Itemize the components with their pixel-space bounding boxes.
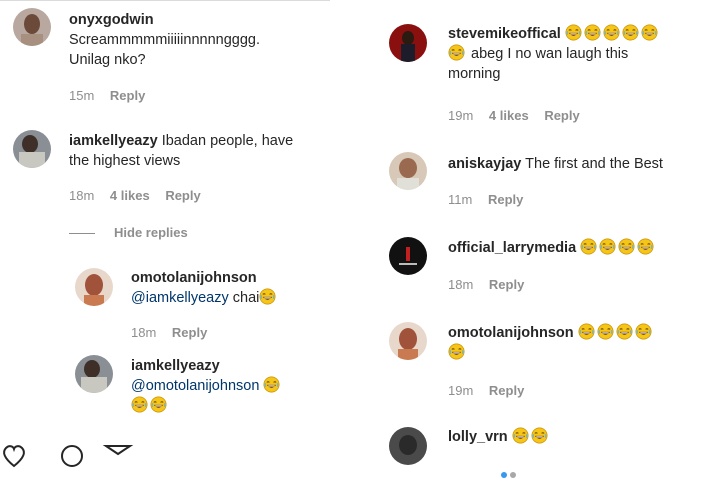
comment-body-line: morning [448, 66, 501, 82]
comment-text: lolly_vrn [448, 427, 550, 447]
laughing-emoji [637, 238, 654, 255]
comment-meta: 18m 4 likes Reply [69, 188, 213, 203]
reply-button[interactable]: Reply [165, 188, 200, 203]
comment-username[interactable]: lolly_vrn [448, 429, 508, 445]
laughing-emoji [448, 343, 465, 360]
laughing-emoji [131, 396, 148, 413]
comment-body-line: the highest views [69, 153, 181, 169]
comment-text: iamkellyeazy Ibadan people, have the hig… [69, 131, 293, 171]
reply-button[interactable]: Reply [488, 192, 523, 207]
reply-button[interactable]: Reply [544, 108, 579, 123]
laughing-emoji [599, 238, 616, 255]
reply-username[interactable]: omotolanijohnson [131, 270, 257, 286]
comment-username[interactable]: official_larrymedia [448, 240, 576, 256]
reply-button[interactable]: Reply [172, 325, 207, 340]
laughing-emoji [531, 427, 548, 444]
mention-link[interactable]: @iamkellyeazy [131, 290, 229, 306]
laughing-emoji [603, 24, 620, 41]
reply-button[interactable]: Reply [110, 88, 145, 103]
comment-meta: 19m 4 likes Reply [448, 108, 592, 123]
mention-link[interactable]: @omotolanijohnson [131, 378, 259, 394]
laughing-emoji [616, 323, 633, 340]
comment-text: stevemikeoffical abeg I no wan laugh thi… [448, 24, 660, 84]
right-comment-panel: stevemikeoffical abeg I no wan laugh thi… [372, 0, 711, 474]
hide-replies-line [69, 233, 95, 234]
comment-meta: 15m Reply [69, 88, 157, 103]
comment-body-line: Screammmmmiiiiinnnnngggg. [69, 32, 260, 48]
comment-time: 15m [69, 88, 95, 103]
avatar[interactable] [389, 427, 427, 465]
laughing-emoji [584, 24, 601, 41]
comment-username[interactable]: stevemikeoffical [448, 26, 561, 42]
comment-icon[interactable] [61, 445, 83, 467]
comment-username[interactable]: aniskayjay [448, 156, 521, 172]
reply-button[interactable]: Reply [489, 277, 524, 292]
avatar[interactable] [75, 268, 113, 306]
reply-meta: 18m Reply [131, 325, 219, 340]
reply-text: iamkellyeazy @omotolanijohnson [131, 356, 282, 416]
page-indicator [500, 466, 524, 484]
comment-meta: 18m Reply [448, 277, 536, 292]
laughing-emoji [150, 396, 167, 413]
comment-body-line: Ibadan people, have [157, 133, 294, 149]
comment-text: onyxgodwin Screammmmmiiiiinnnnngggg. Uni… [69, 10, 260, 70]
reply-username[interactable]: iamkellyeazy [131, 358, 220, 374]
laughing-emoji [622, 24, 639, 41]
comment-text: omotolanijohnson [448, 323, 654, 363]
reply-time: 18m [131, 325, 157, 340]
laughing-emoji [635, 323, 652, 340]
laughing-emoji [578, 323, 595, 340]
action-bar [0, 440, 140, 474]
laughing-emoji [565, 24, 582, 41]
laughing-emoji [448, 44, 465, 61]
avatar[interactable] [389, 24, 427, 62]
laughing-emoji [259, 288, 276, 305]
comment-text: official_larrymedia [448, 238, 656, 258]
avatar[interactable] [13, 130, 51, 168]
laughing-emoji [580, 238, 597, 255]
divider [0, 0, 330, 1]
comment-time: 19m [448, 108, 474, 123]
avatar[interactable] [75, 355, 113, 393]
left-comment-panel: onyxgodwin Screammmmmiiiiinnnnngggg. Uni… [0, 0, 340, 474]
laughing-emoji [512, 427, 529, 444]
comment-text: aniskayjay The first and the Best [448, 154, 663, 174]
comment-time: 18m [448, 277, 474, 292]
comment-body-line: abeg I no wan laugh this [467, 46, 629, 62]
hide-replies-button[interactable]: Hide replies [114, 225, 188, 240]
laughing-emoji [618, 238, 635, 255]
avatar[interactable] [389, 237, 427, 275]
comment-body-line: The first and the Best [521, 156, 663, 172]
reply-text: omotolanijohnson @iamkellyeazy chai [131, 268, 278, 308]
reply-body: chai [228, 290, 260, 306]
likes-count[interactable]: 4 likes [110, 188, 150, 203]
likes-count[interactable]: 4 likes [489, 108, 529, 123]
share-icon[interactable] [102, 445, 134, 456]
reply-button[interactable]: Reply [489, 383, 524, 398]
comment-username[interactable]: iamkellyeazy [69, 133, 158, 149]
heart-icon[interactable] [3, 445, 25, 468]
comment-username[interactable]: onyxgodwin [69, 12, 154, 28]
avatar[interactable] [389, 322, 427, 360]
laughing-emoji [641, 24, 658, 41]
comment-meta: 19m Reply [448, 383, 536, 398]
avatar[interactable] [389, 152, 427, 190]
comment-time: 11m [448, 192, 473, 207]
laughing-emoji [263, 376, 280, 393]
comment-meta: 11m Reply [448, 192, 535, 207]
laughing-emoji [597, 323, 614, 340]
comment-time: 19m [448, 383, 474, 398]
comment-body-line: Unilag nko? [69, 52, 146, 68]
comment-time: 18m [69, 188, 95, 203]
comment-username[interactable]: omotolanijohnson [448, 325, 574, 341]
avatar[interactable] [13, 8, 51, 46]
